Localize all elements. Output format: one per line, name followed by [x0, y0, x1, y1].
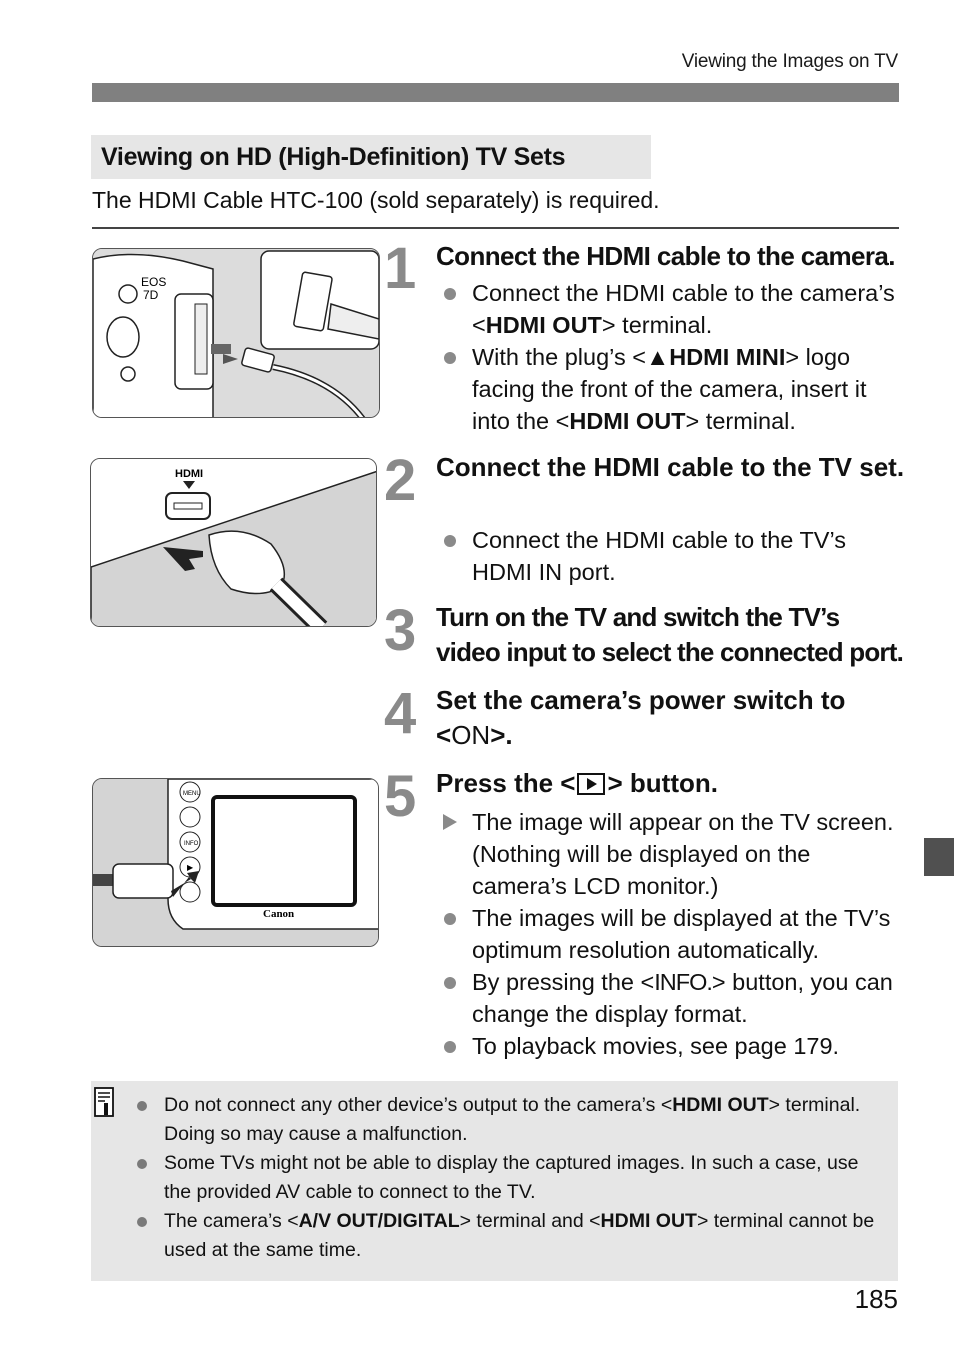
camera-back-illustration: MENU INFO ▶ Canon: [93, 779, 378, 946]
svg-text:EOS: EOS: [141, 275, 166, 289]
bullet-dot-icon: [137, 1217, 147, 1227]
divider: [92, 227, 899, 229]
svg-text:▶: ▶: [187, 863, 194, 872]
list-item: By pressing the <INFO.> button, you can …: [436, 966, 906, 1030]
list-item: The images will be displayed at the TV’s…: [436, 902, 906, 966]
svg-text:7D: 7D: [143, 288, 159, 302]
tv-port-illustration: HDMI: [91, 459, 376, 626]
note-item: Some TVs might not be able to display th…: [135, 1149, 880, 1207]
bullet-dot-icon: [444, 535, 456, 547]
bullet-dot-icon: [137, 1101, 147, 1111]
chapter-tab: [924, 838, 954, 876]
list-item: To playback movies, see page 179.: [436, 1030, 906, 1062]
svg-text:Canon: Canon: [263, 908, 294, 920]
step-2-title: Connect the HDMI cable to the TV set.: [436, 452, 905, 482]
bullet-dot-icon: [444, 1041, 456, 1053]
section-title: Viewing on HD (High-Definition) TV Sets: [91, 135, 651, 179]
playback-button-icon: [577, 773, 606, 795]
svg-text:HDMI: HDMI: [175, 468, 203, 480]
figure-camera-back-playback: MENU INFO ▶ Canon: [92, 778, 379, 947]
step-number-3: 3: [384, 598, 417, 663]
bullet-dot-icon: [444, 977, 456, 989]
step-1-title: Connect the HDMI cable to the camera.: [436, 241, 896, 271]
step-3-title: Turn on the TV and switch the TV’s video…: [436, 602, 904, 667]
step-number-5: 5: [384, 764, 417, 829]
bullet-dot-icon: [444, 352, 456, 364]
bullet-dot-icon: [444, 288, 456, 300]
svg-text:MENU: MENU: [183, 791, 201, 797]
step-number-1: 1: [384, 236, 417, 301]
list-item: With the plug’s <▲HDMI MINI> logo facing…: [436, 341, 906, 437]
bullet-dot-icon: [137, 1159, 147, 1169]
intro-text: The HDMI Cable HTC-100 (sold separately)…: [92, 187, 660, 213]
step-4-title: Set the camera’s power switch to <ON>.: [436, 685, 846, 750]
step-number-2: 2: [384, 448, 417, 513]
step-5-title: Press the < > button.: [436, 768, 718, 798]
note-item: Do not connect any other device’s output…: [135, 1091, 880, 1149]
running-head: Viewing the Images on TV: [681, 51, 899, 72]
step-1-bullets: Connect the HDMI cable to the camera’s <…: [436, 277, 906, 437]
note-box: Do not connect any other device’s output…: [91, 1081, 898, 1281]
result-arrow-icon: [443, 814, 457, 830]
note-item: The camera’s <A/V OUT/DIGITAL> terminal …: [135, 1207, 880, 1265]
note-list: Do not connect any other device’s output…: [135, 1091, 880, 1265]
list-item: Connect the HDMI cable to the camera’s <…: [436, 277, 906, 341]
step-number-4: 4: [384, 681, 417, 746]
camera-side-illustration: EOS 7D: [93, 249, 379, 417]
memo-icon: [94, 1087, 114, 1117]
header-bar: [92, 83, 899, 102]
figure-camera-hdmi-connection: EOS 7D: [92, 248, 380, 418]
step-5-bullets: The image will appear on the TV screen. …: [436, 806, 906, 1062]
step-2-bullets: Connect the HDMI cable to the TV’s HDMI …: [436, 524, 906, 588]
list-item: The image will appear on the TV screen. …: [436, 806, 906, 902]
svg-text:INFO: INFO: [184, 841, 199, 847]
figure-tv-hdmi-connection: HDMI: [90, 458, 377, 627]
page-number: 185: [854, 1284, 898, 1314]
list-item: Connect the HDMI cable to the TV’s HDMI …: [436, 524, 906, 588]
bullet-dot-icon: [444, 913, 456, 925]
